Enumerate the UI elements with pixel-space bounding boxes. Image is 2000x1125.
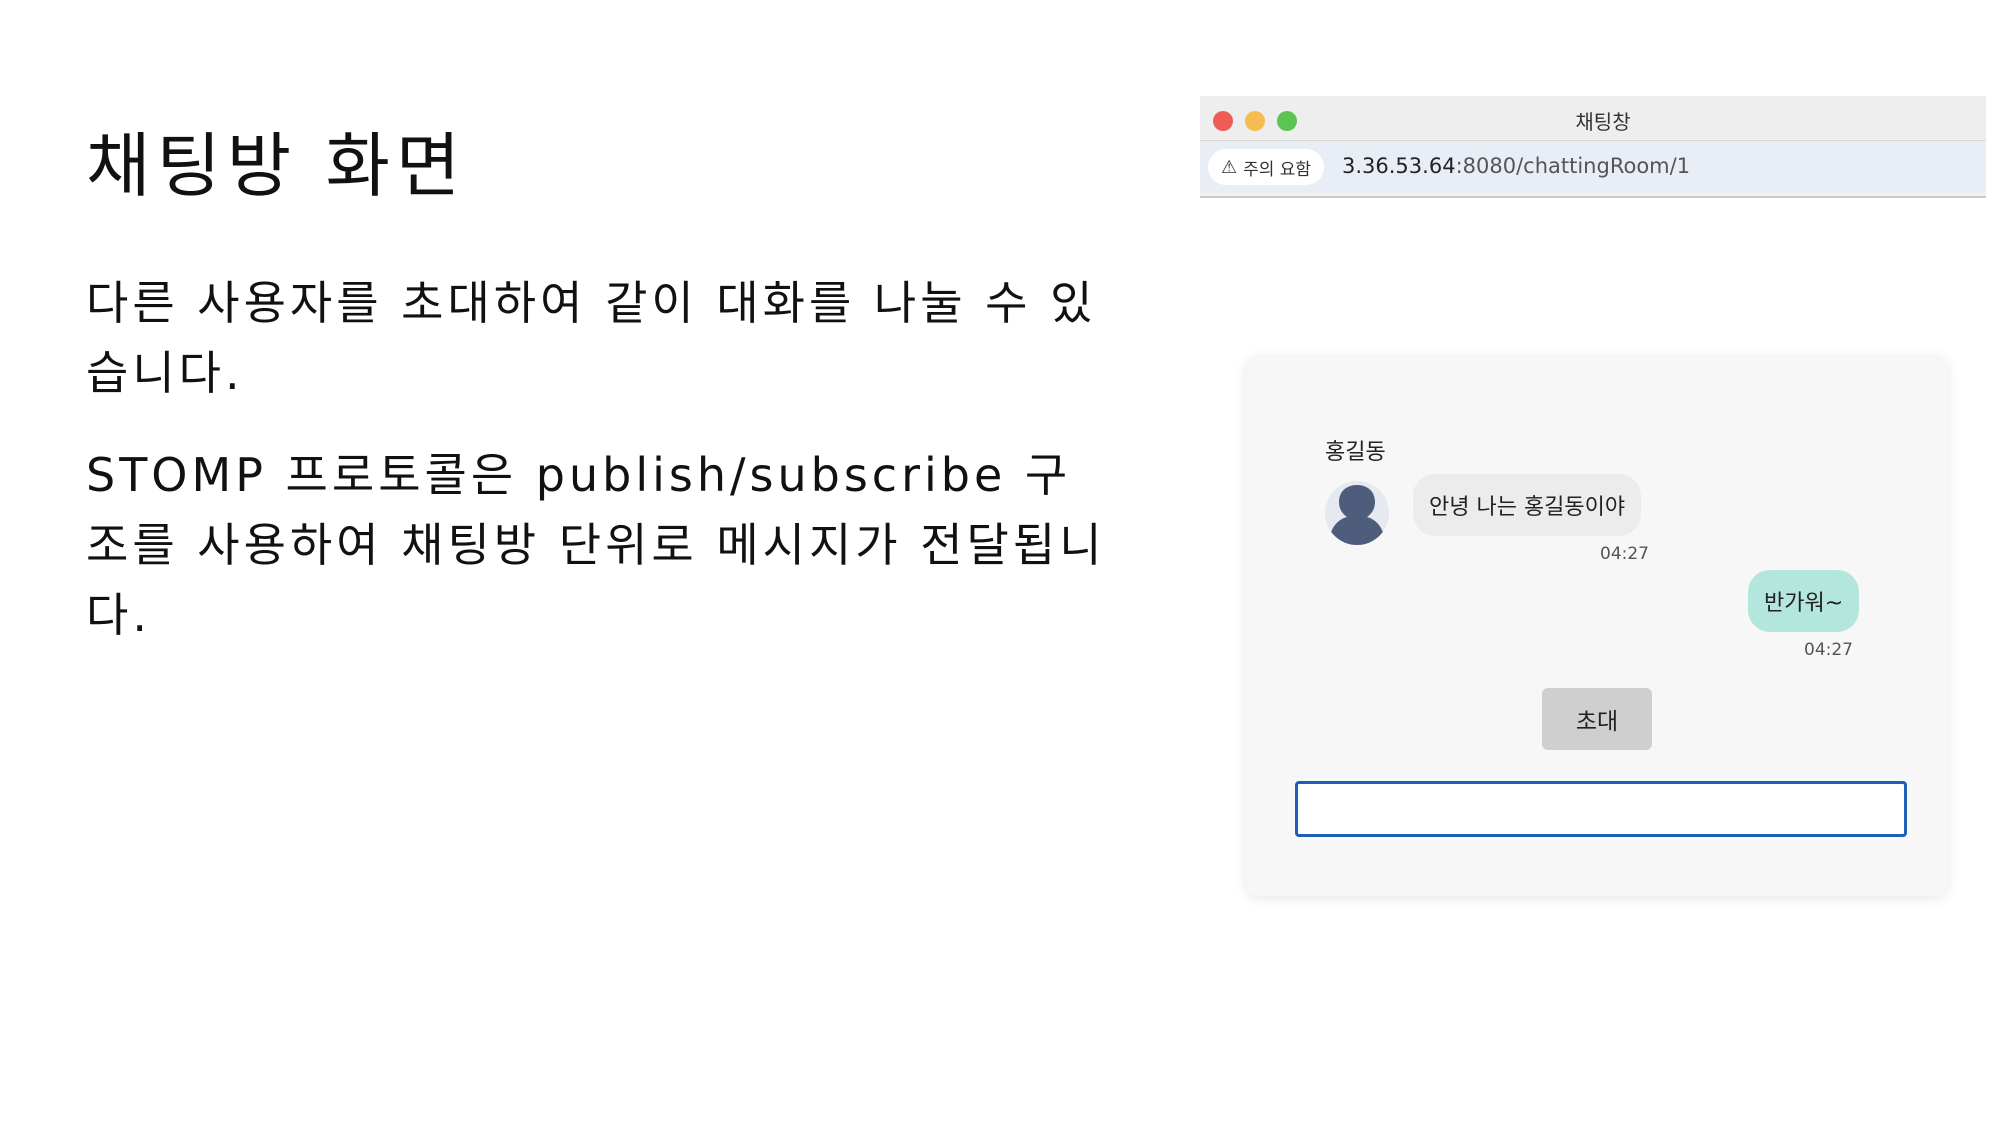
address-bar[interactable]: ⚠ 주의 요함 3.36.53.64:8080/chattingRoom/1 — [1200, 141, 1986, 193]
slide-paragraph-stomp: STOMP 프로토콜은 publish/subscribe 구조를 사용하여 채… — [86, 448, 1106, 642]
avatar — [1325, 481, 1389, 545]
outgoing-message-bubble: 반가워~ — [1748, 570, 1860, 632]
warning-triangle-icon: ⚠ — [1220, 156, 1238, 178]
user-avatar-icon — [1325, 481, 1389, 545]
message-sender-name: 홍길동 — [1325, 440, 1386, 465]
chat-room-panel: 홍길동 안녕 나는 홍길동이야 04:27 반가워~ 04:27 초대 — [1246, 356, 1948, 896]
invite-button[interactable]: 초대 — [1542, 688, 1652, 750]
slide-title: 채팅방 화면 — [86, 125, 467, 207]
url-path: :8080/chattingRoom/1 — [1455, 154, 1691, 178]
browser-window: 채팅창 ⚠ 주의 요함 3.36.53.64:8080/chattingRoom… — [1200, 96, 1986, 198]
url-text[interactable]: 3.36.53.64:8080/chattingRoom/1 — [1342, 154, 1690, 178]
security-warning-label: 주의 요함 — [1243, 159, 1312, 180]
slide-paragraph-invite: 다른 사용자를 초대하여 같이 대화를 나눌 수 있습니다. — [86, 276, 1097, 400]
url-host: 3.36.53.64 — [1342, 154, 1456, 178]
message-input[interactable] — [1295, 781, 1907, 837]
incoming-message-bubble: 안녕 나는 홍길동이야 — [1413, 474, 1642, 536]
message-timestamp: 04:27 — [1600, 544, 1649, 564]
security-warning-chip[interactable]: ⚠ 주의 요함 — [1208, 149, 1324, 185]
window-titlebar: 채팅창 — [1200, 96, 1986, 141]
message-timestamp: 04:27 — [1804, 640, 1853, 660]
window-title: 채팅창 — [1575, 110, 1631, 134]
